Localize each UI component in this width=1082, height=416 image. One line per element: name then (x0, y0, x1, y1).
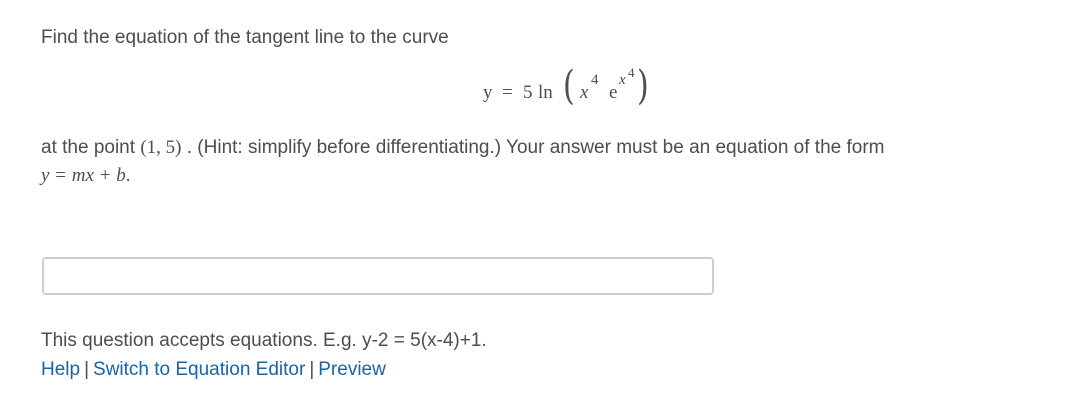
eq-func: ln (538, 82, 553, 103)
right-paren: ) (636, 63, 649, 109)
eq-equals: = (502, 82, 513, 103)
switch-editor-link[interactable]: Switch to Equation Editor (93, 359, 305, 380)
question-intro: Find the equation of the tangent line to… (41, 27, 449, 48)
eq-ex4: 4 (628, 65, 635, 80)
form-end: . (125, 165, 131, 186)
answer-input[interactable] (42, 257, 714, 295)
eq-e: e (609, 82, 618, 103)
eq-ex: x (619, 72, 626, 88)
point-value: (1, 5) (140, 137, 182, 158)
help-link[interactable]: Help (41, 359, 80, 380)
form-line: y = mx + b. (41, 165, 130, 187)
eq-lhs: y (483, 82, 493, 103)
hint-text: . (Hint: simplify before differentiating… (186, 137, 885, 158)
link-separator: | (309, 359, 315, 380)
question-line: at the point (1, 5) . (Hint: simplify be… (41, 137, 885, 159)
preview-link[interactable]: Preview (318, 359, 386, 380)
accepts-hint: This question accepts equations. E.g. y-… (41, 330, 487, 351)
eq-x: x (580, 82, 589, 103)
form-equation: y = mx + b (41, 165, 126, 186)
curve-equation: y = 5 ln ( x 4 e x 4 ) (483, 63, 683, 109)
eq-exp4: 4 (591, 72, 599, 88)
left-paren: ( (562, 63, 575, 109)
at-text: at the point (41, 137, 136, 158)
link-separator: | (84, 359, 90, 380)
help-links: Help | Switch to Equation Editor | Preview (41, 359, 386, 381)
eq-coef: 5 (523, 82, 533, 103)
